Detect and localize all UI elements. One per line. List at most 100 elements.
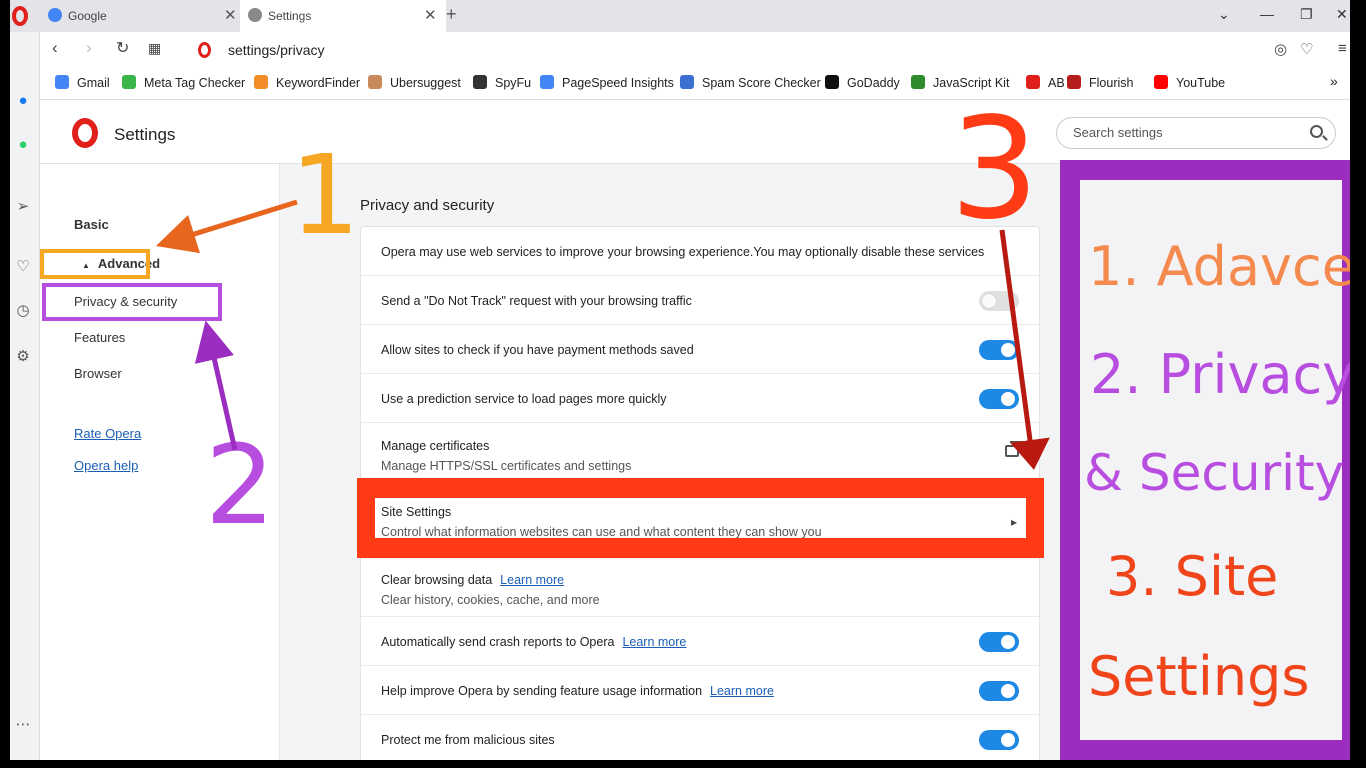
bookmarks-overflow-icon[interactable]: » (1330, 73, 1338, 89)
reload-icon[interactable]: ↻ (116, 38, 129, 58)
annotation-number-2: 2 (205, 421, 275, 549)
tab-strip: Google ✕ Settings ✕ + ⌄ — ❐ ✕ (10, 0, 1350, 32)
tab-menu-chevron-icon[interactable]: ⌄ (1218, 6, 1230, 23)
toggle-malicious-sites[interactable] (979, 730, 1019, 750)
row-malicious-sites[interactable]: Protect me from malicious sites (361, 715, 1039, 760)
opera-logo-icon (198, 42, 211, 58)
heart-icon[interactable]: ♡ (1300, 40, 1313, 58)
toggle-do-not-track[interactable] (979, 291, 1019, 311)
camera-icon[interactable]: ◎ (1274, 40, 1287, 58)
bookmark-youtube[interactable]: YouTube (1154, 75, 1225, 90)
bookmark-icon (911, 75, 925, 89)
steps-legend-inner: 1. Adavced 2. Privacy & Security 3. Site… (1080, 180, 1350, 740)
nav-browser[interactable]: Browser (74, 366, 122, 381)
more-icon[interactable]: ⋯ (12, 714, 34, 736)
legend-step-2b: & Security (1084, 444, 1345, 502)
nav-basic[interactable]: Basic (74, 217, 109, 232)
google-icon (48, 8, 62, 22)
opera-logo-icon (72, 118, 98, 148)
row-feature-usage[interactable]: Help improve Opera by sending feature us… (361, 666, 1039, 715)
highlight-site-settings-box (357, 478, 1044, 558)
toggle-payment-methods[interactable] (979, 340, 1019, 360)
page-title: Settings (114, 125, 176, 144)
legend-step-3b: Settings (1088, 645, 1310, 708)
settings-header: Settings (40, 101, 1350, 164)
link-rate-opera[interactable]: Rate Opera (74, 426, 141, 441)
maximize-icon[interactable]: ❐ (1300, 6, 1313, 23)
tab-google[interactable]: Google ✕ (40, 0, 240, 32)
bookmark-gmail[interactable]: Gmail (55, 75, 110, 90)
bookmark-godaddy[interactable]: GoDaddy (825, 75, 900, 90)
row-payment-methods[interactable]: Allow sites to check if you have payment… (361, 325, 1039, 374)
close-icon[interactable]: ✕ (424, 6, 437, 24)
history-icon[interactable]: ◷ (12, 300, 34, 322)
bookmark-spyfu[interactable]: SpyFu (473, 75, 531, 90)
url-field[interactable]: settings/privacy (228, 42, 324, 58)
bookmark-ubersuggest[interactable]: Ubersuggest (368, 75, 461, 90)
section-title: Privacy and security (360, 197, 495, 214)
bookmark-icon (680, 75, 694, 89)
search-input[interactable] (1073, 125, 1293, 140)
legend-step-1: 1. Adavced (1088, 235, 1350, 298)
annotation-number-3: 3 (950, 88, 1040, 251)
bookmark-icon (122, 75, 136, 89)
close-window-icon[interactable]: ✕ (1336, 6, 1348, 23)
tab-label: Settings (268, 9, 312, 23)
row-do-not-track[interactable]: Send a "Do Not Track" request with your … (361, 276, 1039, 325)
bookmark-icon (254, 75, 268, 89)
close-icon[interactable]: ✕ (224, 6, 237, 24)
tab-settings[interactable]: Settings ✕ (240, 0, 446, 32)
external-link-icon[interactable] (1005, 441, 1022, 457)
toggle-crash-reports[interactable] (979, 632, 1019, 652)
browser-window: Google ✕ Settings ✕ + ⌄ — ❐ ✕ ‹ › ↻ ▦ se… (10, 0, 1350, 760)
grid-icon[interactable]: ▦ (148, 40, 161, 57)
steps-legend-panel: 1. Adavced 2. Privacy & Security 3. Site… (1060, 160, 1350, 760)
address-bar: ‹ › ↻ ▦ settings/privacy ◎ ♡ ≡ (40, 32, 1350, 68)
bookmark-icon (1026, 75, 1040, 89)
search-settings-box[interactable] (1056, 117, 1336, 149)
row-prediction-service[interactable]: Use a prediction service to load pages m… (361, 374, 1039, 423)
learn-more-link[interactable]: Learn more (500, 573, 564, 587)
opera-menu-icon[interactable] (12, 6, 28, 26)
row-crash-reports[interactable]: Automatically send crash reports to Oper… (361, 617, 1039, 666)
opera-sidebar: ● ● ➢ ♡ ◷ ⚙ ⋯ (10, 32, 40, 760)
menu-icon[interactable]: ≡ (1338, 40, 1347, 57)
new-tab-icon[interactable]: + (446, 4, 457, 25)
bookmark-icon (55, 75, 69, 89)
bookmark-icon (1154, 75, 1168, 89)
bookmark-meta-tag-checker[interactable]: Meta Tag Checker (122, 75, 245, 90)
learn-more-link[interactable]: Learn more (710, 684, 774, 698)
highlight-privacy-box (42, 283, 222, 321)
row-manage-certificates[interactable]: Manage certificates Manage HTTPS/SSL cer… (361, 423, 1039, 483)
link-opera-help[interactable]: Opera help (74, 458, 138, 473)
toggle-feature-usage[interactable] (979, 681, 1019, 701)
gear-icon (248, 8, 262, 22)
bookmarks-bar: Gmail Meta Tag Checker KeywordFinder Ube… (40, 68, 1350, 100)
bookmark-icon (473, 75, 487, 89)
minimize-icon[interactable]: — (1260, 6, 1274, 22)
row-intro: Opera may use web services to improve yo… (361, 227, 1039, 276)
learn-more-link[interactable]: Learn more (622, 635, 686, 649)
bookmark-icon (368, 75, 382, 89)
messenger-icon[interactable]: ● (12, 90, 34, 112)
toggle-prediction-service[interactable] (979, 389, 1019, 409)
row-clear-browsing-data[interactable]: Clear browsing data Learn more Clear hist… (361, 555, 1039, 617)
legend-step-3: 3. Site (1106, 545, 1279, 608)
bookmark-pagespeed-insights[interactable]: PageSpeed Insights (540, 75, 674, 90)
legend-step-2: 2. Privacy (1090, 343, 1350, 406)
bookmark-spam-score-checker[interactable]: Spam Score Checker (680, 75, 821, 90)
bookmark-icon (825, 75, 839, 89)
bookmark-icon (1067, 75, 1081, 89)
whatsapp-icon[interactable]: ● (12, 134, 34, 156)
back-icon[interactable]: ‹ (52, 38, 58, 58)
annotation-number-1: 1 (290, 131, 360, 259)
bookmark-icon (540, 75, 554, 89)
forward-icon[interactable]: › (86, 38, 92, 58)
heart-icon[interactable]: ♡ (12, 256, 34, 278)
gear-icon[interactable]: ⚙ (12, 346, 34, 368)
send-icon[interactable]: ➢ (12, 196, 34, 218)
bookmark-flourish[interactable]: Flourish (1067, 75, 1133, 90)
bookmark-keywordfinder[interactable]: KeywordFinder (254, 75, 360, 90)
nav-features[interactable]: Features (74, 330, 125, 345)
search-icon[interactable] (1310, 125, 1323, 138)
